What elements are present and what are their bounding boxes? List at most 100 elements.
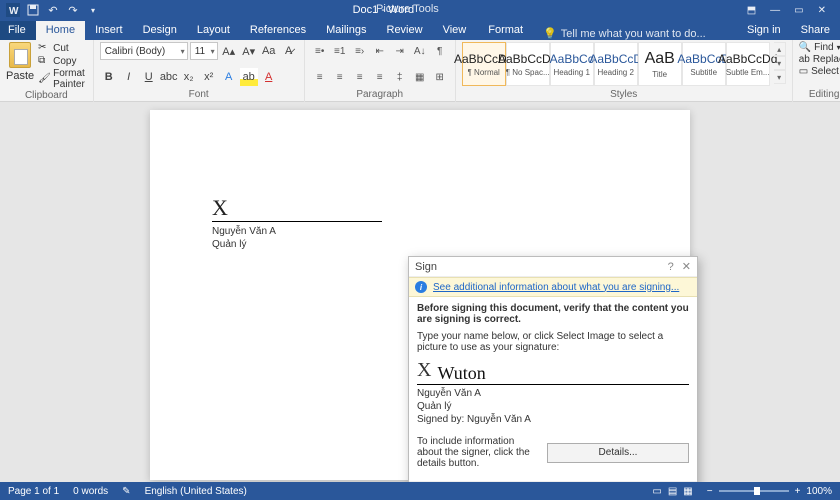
align-left-button[interactable]: ≡ [311,68,329,86]
underline-button[interactable]: U [140,68,158,86]
show-marks-button[interactable]: ¶ [431,42,449,60]
styles-gallery[interactable]: AaBbCcDd¶ NormalAaBbCcDd¶ No Spac...AaBb… [462,42,770,86]
signer-title: Quản lý [212,238,382,251]
qat-dropdown-icon[interactable]: ▾ [86,3,100,17]
tab-format[interactable]: Format [478,21,533,40]
redo-icon[interactable]: ↷ [66,3,80,17]
justify-button[interactable]: ≡ [371,68,389,86]
replace-button[interactable]: abReplace [799,54,840,65]
cut-button[interactable]: ✂Cut [38,42,87,54]
tell-me-box[interactable]: 💡 Tell me what you want to do... [531,27,706,40]
minimize-icon[interactable]: — [770,5,780,16]
details-button[interactable]: Details... [547,443,689,463]
find-button[interactable]: 🔍Find▾ [799,42,840,53]
tab-layout[interactable]: Layout [187,21,240,40]
align-center-button[interactable]: ≡ [331,68,349,86]
bullets-button[interactable]: ≡• [311,42,329,60]
numbering-button[interactable]: ≡1 [331,42,349,60]
tab-references[interactable]: References [240,21,316,40]
language-status[interactable]: English (United States) [145,486,247,497]
tab-mailings[interactable]: Mailings [316,21,376,40]
styles-scroll-up-icon[interactable]: ▴ [774,42,786,56]
signature-image[interactable]: Wuton [437,363,485,384]
sign-in-link[interactable]: Sign in [737,21,791,40]
page-status[interactable]: Page 1 of 1 [8,486,59,497]
tab-bar: File Home Insert Design Layout Reference… [0,20,840,40]
style-item[interactable]: AaBbCcDd¶ No Spac... [506,42,550,86]
font-color-button[interactable]: A [260,68,278,86]
tab-insert[interactable]: Insert [85,21,133,40]
zoom-slider[interactable] [719,490,789,492]
web-layout-icon[interactable]: ▦ [683,486,692,497]
paste-button[interactable]: Paste [6,42,34,82]
multilevel-button[interactable]: ≡› [351,42,369,60]
find-icon: 🔍 [799,42,811,53]
font-family-combo[interactable]: Calibri (Body) [100,42,188,60]
shading-button[interactable]: ▦ [411,68,429,86]
signature-line[interactable]: X Nguyễn Văn A Quản lý [212,195,382,251]
zoom-out-icon[interactable]: − [707,486,713,497]
superscript-button[interactable]: x² [200,68,218,86]
share-button[interactable]: Share [791,21,840,40]
styles-expand-icon[interactable]: ▾ [774,70,786,84]
save-icon[interactable] [26,3,40,17]
line-spacing-button[interactable]: ‡ [391,68,409,86]
copy-icon: ⧉ [38,55,50,67]
group-paragraph: ≡• ≡1 ≡› ⇤ ⇥ A↓ ¶ ≡ ≡ ≡ ≡ ‡ ▦ ⊞ Paragrap… [305,40,456,102]
zoom-in-icon[interactable]: + [795,486,801,497]
select-button[interactable]: ▭Select▾ [799,66,840,77]
styles-scroll-down-icon[interactable]: ▾ [774,56,786,70]
undo-icon[interactable]: ↶ [46,3,60,17]
tab-home[interactable]: Home [36,21,85,40]
format-painter-button[interactable]: 🖌Format Painter [38,68,87,90]
brush-icon: 🖌 [38,73,50,85]
maximize-icon[interactable]: ▭ [794,5,803,16]
highlight-button[interactable]: ab [240,68,258,86]
italic-button[interactable]: I [120,68,138,86]
dialog-signer-name: Nguyễn Văn A [417,387,689,400]
text-effects-button[interactable]: A [220,68,238,86]
copy-button[interactable]: ⧉Copy [38,55,87,67]
font-size-combo[interactable]: 11 [190,42,218,60]
status-bar: Page 1 of 1 0 words ✎ English (United St… [0,482,840,500]
tab-review[interactable]: Review [377,21,433,40]
tab-view[interactable]: View [433,21,477,40]
styles-scroll[interactable]: ▴ ▾ ▾ [774,42,786,84]
signature-box: X Wuton Nguyễn Văn A Quản lý Signed by: … [417,359,689,426]
print-layout-icon[interactable]: ▤ [668,486,677,497]
verify-text: Before signing this document, verify tha… [417,303,689,325]
dialog-titlebar[interactable]: Sign ? ✕ [409,257,697,277]
shrink-font-button[interactable]: A▾ [240,42,258,60]
paste-label: Paste [6,70,34,82]
include-info-text: To include information about the signer,… [417,436,541,469]
read-mode-icon[interactable]: ▭ [652,486,661,497]
ribbon-options-icon[interactable]: ⬒ [747,5,756,16]
group-clipboard: Paste ✂Cut ⧉Copy 🖌Format Painter Clipboa… [0,40,94,102]
tab-design[interactable]: Design [133,21,187,40]
style-item[interactable]: AaBbCcHeading 1 [550,42,594,86]
change-case-button[interactable]: Aa [260,42,278,60]
document-area: X Nguyễn Văn A Quản lý Sign ? ✕ i See ad… [0,102,840,482]
borders-button[interactable]: ⊞ [431,68,449,86]
close-icon[interactable]: ✕ [818,5,826,16]
word-count[interactable]: 0 words [73,486,108,497]
dialog-close-icon[interactable]: ✕ [682,260,691,273]
decrease-indent-button[interactable]: ⇤ [371,42,389,60]
clear-formatting-button[interactable]: A̷ [280,42,298,60]
style-item[interactable]: AaBbCcDdSubtle Em... [726,42,770,86]
title-bar: W ↶ ↷ ▾ Doc1 - Word Picture Tools ⬒ — ▭ … [0,0,840,20]
spell-check-icon[interactable]: ✎ [122,486,130,497]
style-item[interactable]: AaBTitle [638,42,682,86]
subscript-button[interactable]: x₂ [180,68,198,86]
align-right-button[interactable]: ≡ [351,68,369,86]
zoom-level[interactable]: 100% [806,486,832,497]
bold-button[interactable]: B [100,68,118,86]
info-link[interactable]: See additional information about what yo… [433,282,679,293]
help-icon[interactable]: ? [668,261,674,273]
style-item[interactable]: AaBbCcDHeading 2 [594,42,638,86]
increase-indent-button[interactable]: ⇥ [391,42,409,60]
strike-button[interactable]: abc [160,68,178,86]
grow-font-button[interactable]: A▴ [220,42,238,60]
sort-button[interactable]: A↓ [411,42,429,60]
tab-file[interactable]: File [0,21,36,40]
